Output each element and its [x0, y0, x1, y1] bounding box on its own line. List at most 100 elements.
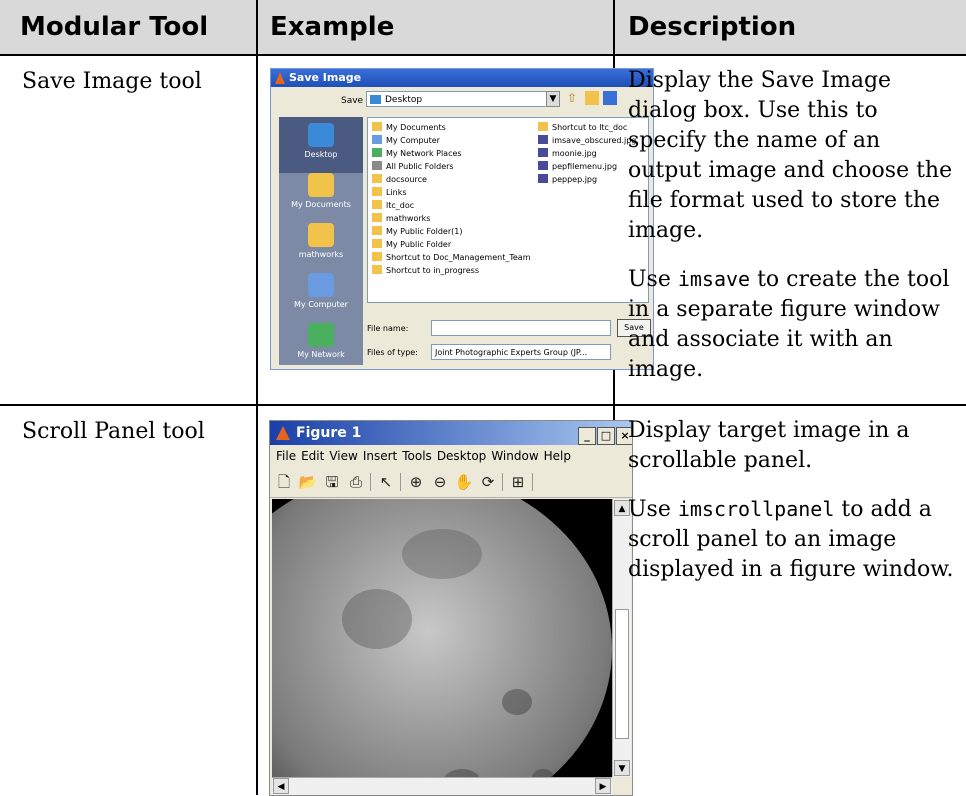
scroll-right-icon[interactable]: ▶ — [595, 778, 611, 794]
rotate-3d-icon[interactable]: ⟳ — [478, 472, 498, 492]
column-divider — [256, 0, 258, 795]
folder-icon — [372, 226, 382, 235]
menu-view[interactable]: View — [329, 449, 357, 463]
table-header: Modular Tool Example Description — [0, 0, 966, 54]
jpg-file-icon — [538, 148, 548, 157]
file-name-input[interactable] — [431, 320, 611, 336]
print-icon[interactable]: ⎙ — [346, 472, 366, 492]
file-item[interactable]: Links — [372, 187, 407, 200]
horizontal-scrollbar[interactable]: ◀ ▶ — [272, 777, 612, 795]
file-type-label: Files of type: — [367, 348, 418, 357]
file-item[interactable]: My Public Folder(1) — [372, 226, 462, 239]
folder-icon — [308, 223, 334, 247]
figure-window-example: Figure 1 _ □ × File Edit View Insert Tools Desk… — [269, 420, 633, 796]
matlab-logo-icon — [276, 426, 290, 440]
shortcut-icon — [538, 122, 548, 131]
pointer-icon[interactable]: ↖ — [376, 472, 396, 492]
figure-title: Figure 1 — [296, 425, 362, 441]
file-item[interactable]: docsource — [372, 174, 427, 187]
row-divider — [0, 54, 966, 56]
jpg-file-icon — [538, 174, 548, 183]
new-file-icon[interactable]: 🗋 — [274, 472, 294, 492]
file-type-select[interactable]: Joint Photographic Experts Group (JP... — [431, 344, 611, 360]
file-item[interactable]: My Documents — [372, 122, 446, 135]
menu-help[interactable]: Help — [544, 449, 571, 463]
file-item[interactable]: My Computer — [372, 135, 440, 148]
new-folder-icon[interactable] — [585, 91, 599, 105]
jpg-file-icon — [538, 161, 548, 170]
menu-insert[interactable]: Insert — [363, 449, 397, 463]
description-save-image: Display the Save Image dialog box. Use t… — [628, 66, 958, 403]
menu-bar: File Edit View Insert Tools Desktop Window Help — [270, 445, 632, 467]
menu-edit[interactable]: Edit — [301, 449, 324, 463]
file-item[interactable]: imsave_obscured.jpg — [538, 135, 636, 148]
view-menu-icon[interactable] — [603, 91, 617, 105]
description-scroll-panel: Display target image in a scrollable pan… — [628, 416, 958, 603]
file-item[interactable]: pepfilemenu.jpg — [538, 161, 617, 174]
jpg-file-icon — [538, 135, 548, 144]
menu-window[interactable]: Window — [491, 449, 538, 463]
file-item[interactable]: Shortcut to ltc_doc — [538, 122, 627, 135]
folder-icon — [372, 200, 382, 209]
place-mathworks[interactable]: mathworks — [279, 217, 363, 273]
figure-toolbar: 🗋 📂 🖫 ⎙ ↖ ⊕ ⊖ ✋ ⟳ ⊞ — [270, 467, 632, 498]
dialog-title: Save Image — [289, 71, 362, 84]
header-description: Description — [628, 12, 797, 42]
file-item[interactable]: peppep.jpg — [538, 174, 597, 187]
data-cursor-icon[interactable]: ⊞ — [508, 472, 528, 492]
chevron-down-icon[interactable]: ▼ — [546, 91, 560, 107]
description-paragraph: Use imscrollpanel to add a scroll panel … — [628, 497, 954, 582]
modular-tools-table: Modular Tool Example Description Save Im… — [0, 0, 966, 796]
file-item[interactable]: Shortcut to in_progress — [372, 265, 479, 278]
pan-hand-icon[interactable]: ✋ — [454, 472, 474, 492]
zoom-out-icon[interactable]: ⊖ — [430, 472, 450, 492]
tool-name-scroll-panel: Scroll Panel tool — [22, 419, 205, 444]
folder-icon — [308, 173, 334, 197]
dialog-title-bar: Save Image — [271, 69, 653, 87]
toolbar-separator — [502, 473, 503, 491]
folder-icon — [372, 213, 382, 222]
open-folder-icon[interactable]: 📂 — [298, 472, 318, 492]
row-divider — [0, 404, 966, 406]
scroll-left-icon[interactable]: ◀ — [273, 778, 289, 794]
place-desktop[interactable]: Desktop — [279, 117, 363, 173]
file-list: My Documents My Computer My Network Plac… — [367, 117, 649, 303]
toolbar-separator — [532, 473, 533, 491]
file-name-label: File name: — [367, 324, 409, 333]
folder-icon — [372, 174, 382, 183]
globe-icon — [308, 323, 334, 347]
maximize-icon[interactable]: □ — [597, 427, 615, 445]
menu-desktop[interactable]: Desktop — [437, 449, 487, 463]
save-in-dropdown[interactable]: Desktop — [366, 91, 556, 107]
folder-icon — [372, 122, 382, 131]
place-my-documents[interactable]: My Documents — [279, 167, 363, 223]
header-example: Example — [270, 12, 395, 42]
description-paragraph: Use imsave to create the tool in a separ… — [628, 267, 950, 382]
back-icon[interactable]: ⇧ — [567, 91, 581, 105]
place-my-computer[interactable]: My Computer — [279, 267, 363, 323]
save-icon[interactable]: 🖫 — [322, 472, 342, 492]
description-paragraph: Display target image in a scrollable pan… — [628, 418, 910, 473]
file-item[interactable]: My Public Folder — [372, 239, 451, 252]
description-paragraph: Display the Save Image dialog box. Use t… — [628, 68, 953, 243]
figure-title-bar: Figure 1 _ □ × — [270, 421, 632, 445]
file-item[interactable]: ltc_doc — [372, 200, 414, 213]
file-item[interactable]: All Public Folders — [372, 161, 454, 174]
file-item[interactable]: moonie.jpg — [538, 148, 597, 161]
toolbar-separator — [400, 473, 401, 491]
minimize-icon[interactable]: _ — [578, 427, 596, 445]
folder-icon — [372, 161, 382, 170]
menu-tools[interactable]: Tools — [402, 449, 432, 463]
file-item[interactable]: My Network Places — [372, 148, 462, 161]
computer-icon — [372, 135, 382, 144]
zoom-in-icon[interactable]: ⊕ — [406, 472, 426, 492]
place-my-network[interactable]: My Network — [279, 317, 363, 369]
file-item[interactable]: mathworks — [372, 213, 430, 226]
window-controls: _ □ × — [577, 423, 632, 445]
scroll-thumb[interactable] — [615, 609, 629, 739]
menu-file[interactable]: File — [276, 449, 296, 463]
scroll-down-icon[interactable]: ▼ — [614, 760, 630, 776]
file-item[interactable]: Shortcut to Doc_Management_Team — [372, 252, 531, 265]
moon-image-display[interactable] — [272, 499, 612, 777]
function-name-imscrollpanel: imscrollpanel — [677, 497, 835, 521]
